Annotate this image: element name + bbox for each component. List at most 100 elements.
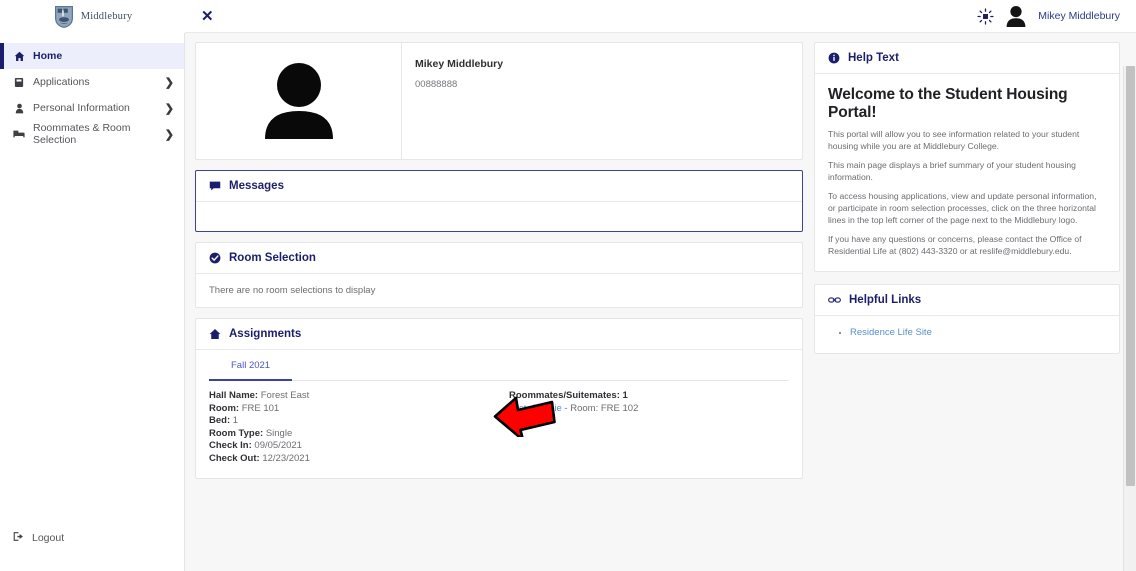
profile-photo [196,43,401,159]
detail-value: 1 [232,415,239,427]
detail-label: Room: [209,402,240,414]
profile-card: Mikey Middlebury 00888888 [195,42,803,160]
detail-value: Single [265,427,293,439]
messages-body [196,202,802,231]
roommate-entry: Test, Jimmie - Room: FRE 102 [509,403,789,416]
assignments-tabs: Fall 2021 [209,350,789,381]
message-bubble-icon [209,180,221,192]
info-circle-icon [828,52,840,64]
sidebar-item-home[interactable]: Home [0,43,184,69]
detail-label: Bed: [209,415,231,427]
sun-brightness-icon[interactable] [977,7,994,25]
help-paragraph: To access housing applications, view and… [828,191,1097,225]
vertical-scrollbar[interactable] [1123,66,1136,571]
detail-label: Hall Name: [209,390,259,401]
helpful-links-list: Residence Life Site [828,326,1106,339]
room-selection-empty-text: There are no room selections to display [209,285,376,296]
detail-value: Forest East [260,390,310,401]
sidebar-item-personal-information[interactable]: Personal Information ❯ [0,95,184,121]
detail-check-in: Check In: 09/05/2021 [209,440,509,453]
room-selection-title: Room Selection [229,252,316,264]
logout-label: Logout [32,532,65,544]
sidebar-item-logout[interactable]: Logout [0,525,184,551]
detail-label: Room Type: [209,427,264,439]
sidebar-item-label: Personal Information [33,102,130,114]
body-row: Home Applications ❯ Personal Information… [0,33,1136,571]
detail-room-type: Room Type: Single [209,428,509,441]
bed-icon [13,129,25,139]
help-heading: Welcome to the Student Housing Portal! [828,86,1068,121]
helpful-links-title: Helpful Links [849,294,922,307]
tab-fall-2021[interactable]: Fall 2021 [209,350,293,381]
brand-name: Middlebury [80,11,133,22]
detail-value: FRE 101 [241,402,280,414]
help-text-title: Help Text [848,52,899,64]
list-item: Residence Life Site [850,326,1106,339]
roommate-link[interactable]: Test, Jimmie [509,403,562,414]
detail-label: Check In: [209,440,252,452]
roommate-bed: | Bed: 1 [509,415,542,427]
main-column: Mikey Middlebury 00888888 Messages Room … [195,42,803,571]
helpful-links-body: Residence Life Site [815,316,1119,353]
messages-header: Messages [196,171,802,202]
roommates-heading: Roommates/Suitemates: 1 [509,390,628,401]
messages-title: Messages [229,180,284,192]
chevron-right-icon: ❯ [164,76,174,89]
profile-name: Mikey Middlebury [415,58,504,70]
sidebar: Home Applications ❯ Personal Information… [0,33,185,571]
assignments-body: Fall 2021 Hall Name: Forest East Room: F… [196,350,802,478]
detail-check-out: Check Out: 12/23/2021 [209,453,509,466]
clipboard-icon [13,77,25,88]
close-icon[interactable]: ✕ [197,7,218,26]
detail-value: 09/05/2021 [254,440,302,452]
middlebury-crest-icon [54,5,73,28]
sidebar-item-label: Applications [33,76,90,88]
home-icon [13,51,25,62]
residence-life-site-link[interactable]: Residence Life Site [850,327,932,338]
sidebar-item-applications[interactable]: Applications ❯ [0,69,184,95]
profile-info: Mikey Middlebury 00888888 [401,43,802,159]
help-paragraph: This main page displays a brief summary … [828,160,1076,182]
assignment-columns: Hall Name: Forest East Room: FRE 101 Bed… [209,381,789,466]
sidebar-item-label: Roommates & Room Selection [33,122,131,146]
user-photo-placeholder-icon [264,63,333,139]
assignments-header: Assignments [196,319,802,350]
scrollbar-thumb[interactable] [1126,66,1135,486]
brand-logo[interactable]: Middlebury [0,0,185,33]
roommates-section: Roommates/Suitemates: 1 Test, Jimmie - R… [509,390,789,466]
assignments-card: Assignments Fall 2021 Hall Name: Forest … [195,318,803,479]
help-text-body: Welcome to the Student Housing Portal! T… [815,74,1119,271]
detail-hall-name: Hall Name: Forest East [209,390,509,403]
person-icon [13,103,25,114]
user-name-label[interactable]: Mikey Middlebury [1038,10,1120,22]
helpful-links-card: Helpful Links Residence Life Site [814,284,1120,355]
profile-student-id: 00888888 [415,79,458,90]
room-selection-header: Room Selection [196,243,802,274]
sidebar-item-label: Home [33,50,63,62]
help-text-header: Help Text [815,43,1119,74]
detail-bed: Bed: 1 [209,415,509,428]
link-chain-icon [828,294,841,306]
help-paragraph: This portal will allow you to see inform… [828,129,1080,151]
sidebar-item-roommates-room-selection[interactable]: Roommates & Room Selection ❯ [0,121,184,147]
detail-label: Check Out: [209,452,260,464]
user-avatar-icon[interactable] [1003,4,1029,28]
main-content: Mikey Middlebury 00888888 Messages Room … [185,33,1136,571]
help-paragraph: If you have any questions or concerns, p… [828,234,1082,256]
top-bar-main: ✕ Mikey Middlebury [185,0,1136,33]
home-filled-icon [209,328,221,340]
chevron-right-icon: ❯ [164,128,174,141]
assignment-details: Hall Name: Forest East Room: FRE 101 Bed… [209,390,509,466]
chevron-right-icon: ❯ [164,102,174,115]
top-bar-right: Mikey Middlebury [977,4,1124,28]
app-root: Middlebury ✕ Mikey Middlebury Home Appli… [0,0,1136,571]
check-circle-icon [209,252,221,264]
logout-icon [13,531,24,545]
detail-room: Room: FRE 101 [209,403,509,416]
side-column: Help Text Welcome to the Student Housing… [814,42,1120,571]
help-text-card: Help Text Welcome to the Student Housing… [814,42,1120,273]
top-bar: Middlebury ✕ Mikey Middlebury [0,0,1136,33]
assignments-title: Assignments [229,328,302,340]
messages-card: Messages [195,170,803,232]
